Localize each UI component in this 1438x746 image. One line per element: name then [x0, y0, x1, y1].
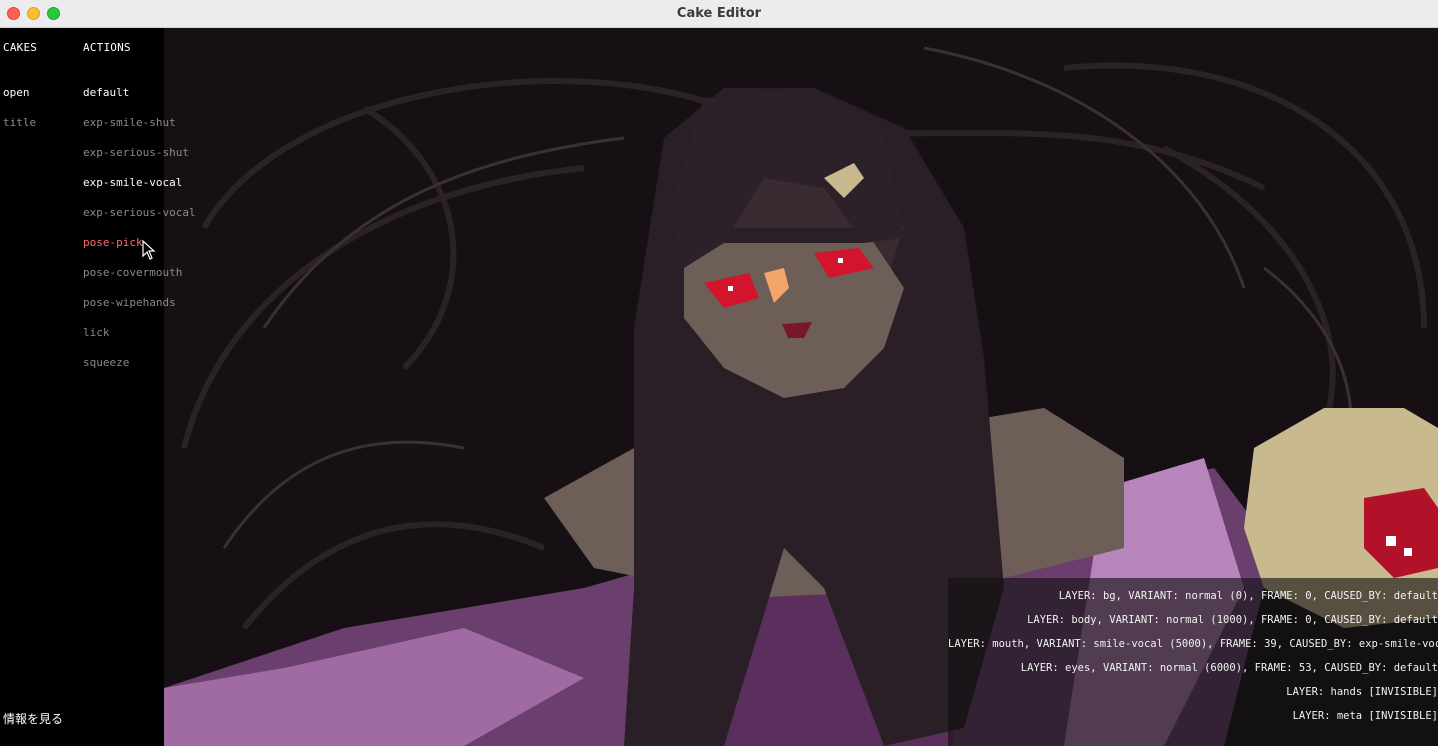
layer-line-hands: LAYER: hands [INVISIBLE]	[1286, 686, 1438, 698]
cakes-list: open title	[3, 86, 36, 146]
mouse-cursor-icon	[142, 240, 156, 260]
title-bar: Cake Editor	[0, 0, 1438, 28]
action-item-pose-wipehands[interactable]: pose-wipehands	[83, 296, 196, 326]
action-item-exp-serious-vocal[interactable]: exp-serious-vocal	[83, 206, 196, 236]
action-item-pose-covermouth[interactable]: pose-covermouth	[83, 266, 196, 296]
layer-line-mouth: LAYER: mouth, VARIANT: smile-vocal (5000…	[948, 638, 1438, 650]
cake-item-title[interactable]: title	[3, 116, 36, 146]
layer-info-panel: LAYER: bg, VARIANT: normal (0), FRAME: 0…	[948, 578, 1438, 746]
layer-line-meta: LAYER: meta [INVISIBLE]	[1292, 710, 1438, 722]
view-info-link[interactable]: 情報を見る	[3, 710, 63, 727]
actions-header: ACTIONS	[83, 41, 131, 54]
layer-line-body: LAYER: body, VARIANT: normal (1000), FRA…	[1027, 614, 1438, 626]
action-item-lick[interactable]: lick	[83, 326, 196, 356]
layer-line-bg: LAYER: bg, VARIANT: normal (0), FRAME: 0…	[1058, 590, 1438, 602]
layer-line-eyes: LAYER: eyes, VARIANT: normal (6000), FRA…	[1020, 662, 1438, 674]
action-item-exp-smile-vocal[interactable]: exp-smile-vocal	[83, 176, 196, 206]
action-item-exp-serious-shut[interactable]: exp-serious-shut	[83, 146, 196, 176]
action-item-exp-smile-shut[interactable]: exp-smile-shut	[83, 116, 196, 146]
cakes-header: CAKES	[3, 41, 38, 54]
action-item-default[interactable]: default	[83, 86, 196, 116]
action-item-squeeze[interactable]: squeeze	[83, 356, 196, 386]
app-content: CAKES ACTIONS open title default exp-smi…	[0, 28, 1438, 746]
cake-item-open[interactable]: open	[3, 86, 36, 116]
window-title: Cake Editor	[676, 6, 762, 21]
actions-list: default exp-smile-shut exp-serious-shut …	[83, 86, 196, 386]
action-item-pose-pick[interactable]: pose-pick	[83, 236, 196, 266]
